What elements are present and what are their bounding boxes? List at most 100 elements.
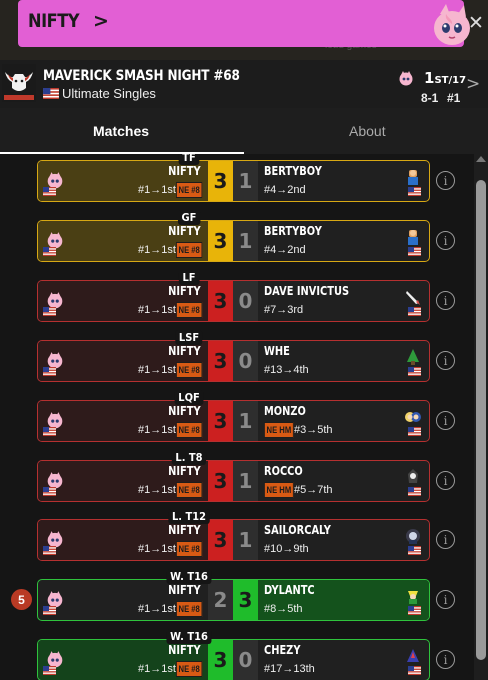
chevron-right-icon[interactable]: > — [466, 74, 480, 94]
match-row[interactable]: NIFTY #1→1st NE #8 3 1 BERTYBOY #4→2nd T… — [0, 154, 470, 204]
match-card[interactable]: NIFTY #1→1st NE #8 3 1 MONZO NE HM #3→5t… — [37, 400, 430, 442]
opponent-name: WHE — [264, 344, 290, 358]
opponent-character-icon — [407, 649, 419, 662]
opponent-ranking-tag: NE HM — [264, 482, 294, 498]
match-card[interactable]: NIFTY #1→1st NE #8 3 1 SAILORCALY #10→9t… — [37, 519, 430, 561]
bull-logo-icon — [2, 64, 36, 102]
opponent-name: SAILORCALY — [264, 523, 331, 537]
match-row[interactable]: NIFTY #1→1st NE #8 3 1 SAILORCALY #10→9t… — [0, 509, 470, 563]
match-row[interactable]: NIFTY #1→1st NE #8 3 0 DAVE INVICTUS #7→… — [0, 270, 470, 324]
opponent-seed-placement: #10→9th — [264, 543, 309, 555]
opponent-score: 1 — [233, 401, 258, 441]
round-label: TF — [178, 154, 200, 165]
opponent-character-icon — [408, 591, 418, 604]
info-icon[interactable]: i — [436, 171, 455, 190]
us-flag-icon — [43, 546, 56, 555]
player-seed-placement: #1→1st — [138, 424, 176, 436]
match-row[interactable]: NIFTY #1→1st NE #8 3 0 CHEZY #17→13th W.… — [0, 629, 470, 680]
us-flag-icon — [43, 187, 56, 196]
final-placing: 1ST/17 — [424, 69, 467, 87]
player-ranking-tag: NE #8 — [176, 362, 203, 378]
us-flag-icon — [408, 546, 421, 555]
match-card[interactable]: NIFTY #1→1st NE #8 3 0 WHE #13→4th — [37, 340, 430, 382]
opponent-ranking-tag: NE HM — [264, 422, 294, 438]
chevron-right-icon: > — [93, 10, 109, 32]
us-flag-icon — [43, 367, 56, 376]
opponent-name: DYLANTC — [264, 583, 315, 597]
close-icon[interactable]: ✕ — [468, 12, 484, 34]
scrollbar-thumb[interactable] — [476, 180, 486, 660]
match-card[interactable]: NIFTY #1→1st NE #8 3 0 CHEZY #17→13th — [37, 639, 430, 680]
info-icon[interactable]: i — [436, 650, 455, 669]
opponent-score: 0 — [233, 640, 258, 680]
opponent-score: 0 — [233, 341, 258, 381]
player-score: 2 — [208, 580, 233, 620]
match-row[interactable]: NIFTY #1→1st NE #8 3 1 ROCCO NE HM #5→7t… — [0, 450, 470, 504]
us-flag-icon — [408, 666, 421, 675]
opponent-character-icon — [407, 349, 419, 365]
info-icon[interactable]: i — [436, 291, 455, 310]
us-flag-icon — [408, 367, 421, 376]
us-flag-icon — [43, 487, 56, 496]
player-score: 3 — [208, 401, 233, 441]
match-card[interactable]: NIFTY #1→1st NE #8 3 1 BERTYBOY #4→2nd — [37, 160, 430, 202]
info-icon[interactable]: i — [436, 530, 455, 549]
us-flag-icon — [408, 427, 421, 436]
match-card[interactable]: NIFTY #1→1st NE #8 3 1 ROCCO NE HM #5→7t… — [37, 460, 430, 502]
us-flag-icon — [43, 247, 56, 256]
player-seed-placement: #1→1st — [138, 663, 176, 675]
player-name: NIFTY — [168, 583, 201, 597]
match-card[interactable]: NIFTY #1→1st NE #8 3 0 DAVE INVICTUS #7→… — [37, 280, 430, 322]
opponent-name: DAVE INVICTUS — [264, 284, 350, 298]
player-ranking-tag: NE #8 — [176, 661, 203, 677]
scroll-up-arrow-icon[interactable] — [476, 156, 486, 162]
info-icon[interactable]: i — [436, 231, 455, 250]
notification-badge: 5 — [11, 589, 32, 610]
tab-matches[interactable]: Matches — [93, 123, 149, 139]
player-seed-placement: #1→1st — [138, 304, 176, 316]
opponent-name: BERTYBOY — [264, 224, 322, 238]
opponent-character-icon — [408, 230, 418, 245]
jigglypuff-character-icon — [399, 71, 413, 86]
tab-about[interactable]: About — [349, 123, 386, 139]
match-row[interactable]: NIFTY #1→1st NE #8 3 1 MONZO NE HM #3→5t… — [0, 390, 470, 444]
match-row[interactable]: NIFTY #1→1st NE #8 3 1 BERTYBOY #4→2nd G… — [0, 210, 470, 264]
info-icon[interactable]: i — [436, 411, 455, 430]
player-name: NIFTY — [168, 284, 201, 298]
player-seed-placement: #1→1st — [138, 364, 176, 376]
player-score: 3 — [208, 281, 233, 321]
match-list[interactable]: NIFTY #1→1st NE #8 3 1 BERTYBOY #4→2nd T… — [0, 154, 488, 680]
us-flag-icon — [43, 666, 56, 675]
us-flag-icon — [408, 487, 421, 496]
player-seed: #1 — [447, 91, 461, 105]
us-flag-icon — [43, 606, 56, 615]
player-ranking-tag: NE #8 — [176, 422, 203, 438]
player-seed-placement: #1→1st — [138, 244, 176, 256]
round-label: W. T16 — [166, 629, 212, 644]
opponent-seed-placement: #7→3rd — [264, 304, 304, 316]
round-label: GF — [177, 210, 201, 225]
match-row[interactable]: NIFTY #1→1st NE #8 2 3 DYLANTC #8→5th W.… — [0, 569, 470, 623]
round-label: W. T16 — [166, 569, 212, 584]
player-name: NIFTY — [168, 464, 201, 478]
tournament-name: MAVERICK SMASH NIGHT #68 — [43, 68, 240, 84]
player-banner[interactable]: NIFTY > — [18, 0, 470, 47]
opponent-character-icon — [408, 469, 418, 483]
match-card[interactable]: NIFTY #1→1st NE #8 2 3 DYLANTC #8→5th — [37, 579, 430, 621]
player-ranking-tag: NE #8 — [176, 601, 203, 617]
us-flag-icon — [408, 247, 421, 256]
match-row[interactable]: NIFTY #1→1st NE #8 3 0 WHE #13→4th LSF i — [0, 330, 470, 384]
player-name: NIFTY — [168, 404, 201, 418]
opponent-character-icon — [408, 170, 418, 185]
match-card[interactable]: NIFTY #1→1st NE #8 3 1 BERTYBOY #4→2nd — [37, 220, 430, 262]
opponent-seed-placement: #5→7th — [294, 484, 333, 496]
info-icon[interactable]: i — [436, 471, 455, 490]
player-score: 3 — [208, 161, 233, 201]
info-icon[interactable]: i — [436, 351, 455, 370]
opponent-seed-placement: #4→2nd — [264, 184, 306, 196]
event-name: Ultimate Singles — [62, 86, 156, 101]
placing-suffix: ST/17 — [434, 75, 467, 86]
player-score: 3 — [208, 221, 233, 261]
info-icon[interactable]: i — [436, 590, 455, 609]
opponent-seed-placement: #8→5th — [264, 603, 303, 615]
